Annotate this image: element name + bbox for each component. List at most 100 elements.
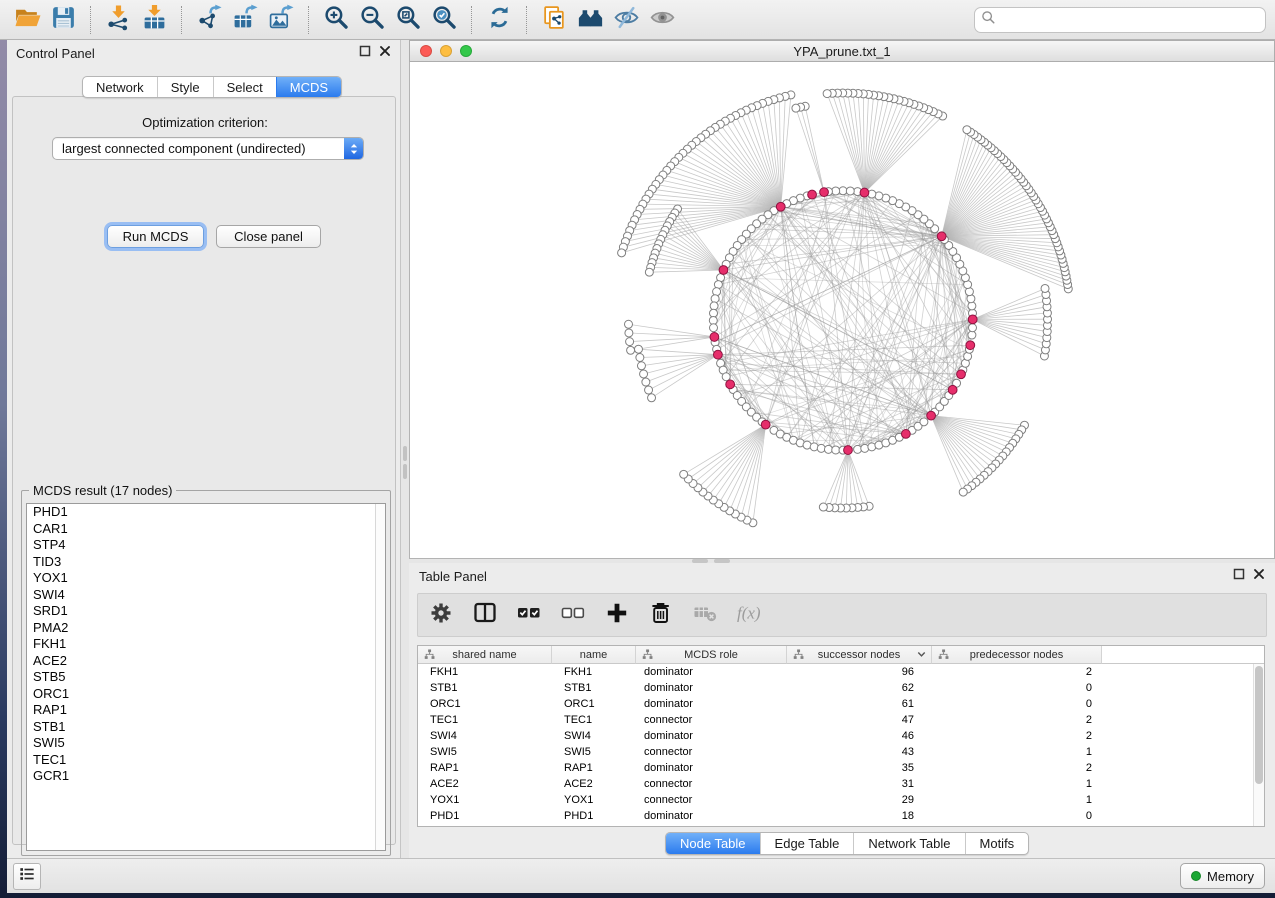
close-panel-button[interactable]: Close panel: [216, 225, 321, 248]
float-panel-icon[interactable]: [359, 44, 371, 62]
search-network-button[interactable]: [572, 3, 608, 37]
task-history-button[interactable]: [13, 863, 41, 890]
table-scrollbar[interactable]: [1253, 664, 1264, 826]
mcds-list-item[interactable]: YOX1: [27, 570, 385, 587]
tab-motifs[interactable]: Motifs: [965, 833, 1029, 854]
table-row[interactable]: PHD1PHD1dominator180: [418, 808, 1264, 824]
column-label: predecessor nodes: [970, 649, 1064, 661]
table-row[interactable]: SWI5SWI5connector431: [418, 744, 1264, 760]
table-row[interactable]: STB1STB1dominator620: [418, 680, 1264, 696]
svg-text:f(x): f(x): [737, 603, 761, 622]
network-graph[interactable]: [410, 62, 1274, 558]
tab-edge-table[interactable]: Edge Table: [760, 833, 854, 854]
mcds-list-item[interactable]: RAP1: [27, 702, 385, 719]
close-table-panel-icon[interactable]: [1253, 567, 1265, 585]
memory-button[interactable]: Memory: [1180, 863, 1265, 889]
table-mode-button[interactable]: [426, 600, 456, 630]
cell-shared_name: SWI5: [418, 746, 552, 758]
mcds-list-item[interactable]: SWI4: [27, 587, 385, 604]
table-x-icon: [692, 600, 718, 631]
table-row[interactable]: YOX1YOX1connector291: [418, 792, 1264, 808]
mcds-list-item[interactable]: FKH1: [27, 636, 385, 653]
column-header-successor-nodes[interactable]: successor nodes: [787, 646, 932, 664]
mcds-list-item[interactable]: STB5: [27, 669, 385, 686]
column-header-predecessor-nodes[interactable]: predecessor nodes: [932, 646, 1102, 664]
table-row[interactable]: ACE2ACE2connector311: [418, 776, 1264, 792]
table-body: FKH1FKH1dominator962STB1STB1dominator620…: [418, 664, 1264, 824]
mcds-list-scrollbar[interactable]: [375, 504, 385, 850]
zoom-fit-button[interactable]: [390, 3, 426, 37]
deselect-all-button[interactable]: [558, 600, 588, 630]
uncheck-pair-icon: [560, 600, 586, 631]
cell-name: YOX1: [552, 794, 636, 806]
network-canvas[interactable]: [409, 62, 1275, 559]
save-session-button[interactable]: [45, 3, 81, 37]
mcds-result-groupbox: MCDS result (17 nodes) PHD1CAR1STP4TID3Y…: [21, 490, 391, 856]
tab-network[interactable]: Network: [83, 77, 157, 97]
cell-predecessor_nodes: 0: [932, 682, 1102, 694]
node-table: shared namenameMCDS rolesuccessor nodes p…: [417, 645, 1265, 827]
mcds-list-item[interactable]: PMA2: [27, 620, 385, 637]
zoom-out-button[interactable]: [354, 3, 390, 37]
tab-node-table[interactable]: Node Table: [666, 833, 760, 854]
network-window-titlebar[interactable]: YPA_prune.txt_1: [409, 40, 1275, 62]
mcds-list-item[interactable]: TID3: [27, 554, 385, 571]
tab-style[interactable]: Style: [157, 77, 213, 97]
column-type-icon: [642, 649, 653, 660]
search-field[interactable]: [974, 7, 1266, 33]
criterion-dropdown[interactable]: largest connected component (undirected): [52, 137, 364, 160]
eye-slash-icon: [613, 4, 640, 36]
show-panels-button[interactable]: [644, 3, 680, 37]
zoom-in-button[interactable]: [318, 3, 354, 37]
column-header-shared-name[interactable]: shared name: [418, 646, 552, 664]
mcds-result-list[interactable]: PHD1CAR1STP4TID3YOX1SWI4SRD1PMA2FKH1ACE2…: [26, 503, 386, 851]
import-table-button[interactable]: [136, 3, 172, 37]
table-panel: Table Panel f(x) shared namenameMCDS rol…: [409, 563, 1275, 858]
tab-mcds[interactable]: MCDS: [276, 77, 341, 97]
column-header-MCDS-role[interactable]: MCDS role: [636, 646, 787, 664]
search-input[interactable]: [997, 13, 1260, 27]
mcds-list-item[interactable]: CAR1: [27, 521, 385, 538]
mcds-list-item[interactable]: ORC1: [27, 686, 385, 703]
export-image-button[interactable]: [263, 3, 299, 37]
mcds-list-item[interactable]: STP4: [27, 537, 385, 554]
float-table-panel-icon[interactable]: [1233, 567, 1245, 585]
close-panel-icon[interactable]: [379, 44, 391, 62]
mcds-list-item[interactable]: STB1: [27, 719, 385, 736]
open-session-button[interactable]: [9, 3, 45, 37]
add-column-button[interactable]: [602, 600, 632, 630]
tab-select[interactable]: Select: [213, 77, 276, 97]
table-row[interactable]: SWI4SWI4dominator462: [418, 728, 1264, 744]
hide-panels-button[interactable]: [608, 3, 644, 37]
export-table-button[interactable]: [227, 3, 263, 37]
column-header-name[interactable]: name: [552, 646, 636, 664]
mcds-list-item[interactable]: SRD1: [27, 603, 385, 620]
toolbar-separator: [90, 6, 91, 34]
export-network-button[interactable]: [191, 3, 227, 37]
tab-network-table[interactable]: Network Table: [853, 833, 964, 854]
zoom-selected-button[interactable]: [426, 3, 462, 37]
delete-column-button[interactable]: [646, 600, 676, 630]
clone-network-button[interactable]: [536, 3, 572, 37]
import-network-button[interactable]: [100, 3, 136, 37]
cell-successor_nodes: 62: [787, 682, 932, 694]
mcds-list-item[interactable]: PHD1: [27, 504, 385, 521]
cell-name: PHD1: [552, 810, 636, 822]
mcds-list-item[interactable]: SWI5: [27, 735, 385, 752]
select-all-button[interactable]: [514, 600, 544, 630]
zoom-selected-icon: [431, 4, 458, 36]
table-row[interactable]: TEC1TEC1connector472: [418, 712, 1264, 728]
table-row[interactable]: FKH1FKH1dominator962: [418, 664, 1264, 680]
chevron-down-icon[interactable]: [917, 650, 926, 659]
table-row[interactable]: RAP1RAP1dominator352: [418, 760, 1264, 776]
cell-name: SWI5: [552, 746, 636, 758]
run-mcds-button[interactable]: Run MCDS: [107, 225, 204, 248]
mcds-list-item[interactable]: GCR1: [27, 768, 385, 785]
table-scrollbar-thumb[interactable]: [1255, 666, 1263, 784]
vertical-splitter[interactable]: [401, 40, 409, 858]
table-row[interactable]: ORC1ORC1dominator610: [418, 696, 1264, 712]
mcds-list-item[interactable]: TEC1: [27, 752, 385, 769]
toggle-panes-button[interactable]: [470, 600, 500, 630]
refresh-network-button[interactable]: [481, 3, 517, 37]
mcds-list-item[interactable]: ACE2: [27, 653, 385, 670]
